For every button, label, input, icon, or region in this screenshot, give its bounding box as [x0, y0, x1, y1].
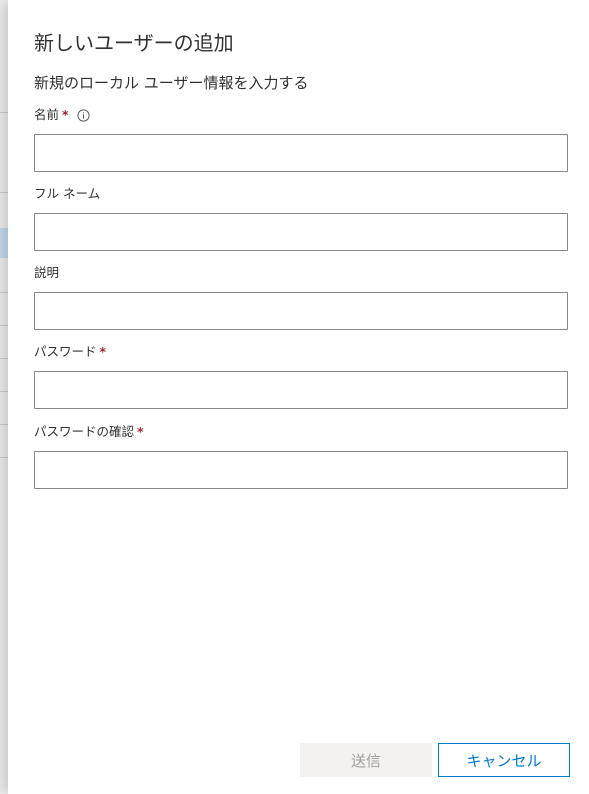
panel-subtitle: 新規のローカル ユーザー情報を入力する [34, 74, 309, 92]
password-label-text: パスワード [34, 344, 97, 359]
name-input[interactable] [34, 134, 568, 172]
background-divider [0, 457, 8, 458]
panel-title: 新しいユーザーの追加 [34, 31, 234, 55]
description-input[interactable] [34, 292, 568, 330]
background-divider [0, 391, 8, 392]
cancel-button[interactable]: キャンセル [438, 743, 570, 777]
description-label-text: 説明 [34, 265, 60, 280]
background-divider [0, 112, 8, 113]
password-confirm-required-mark: * [137, 424, 144, 439]
full-name-input[interactable] [34, 213, 568, 251]
name-label-text: 名前 [34, 107, 60, 122]
password-confirm-label-text: パスワードの確認 [34, 424, 135, 439]
description-field-label: 説明 [34, 264, 59, 282]
screen: 新しいユーザーの追加 新規のローカル ユーザー情報を入力する 名前 * フル ネ… [0, 0, 589, 794]
name-required-mark: * [62, 107, 69, 122]
background-divider [0, 292, 8, 293]
background-selected-row [0, 228, 8, 258]
background-divider [0, 325, 8, 326]
password-confirm-field-label: パスワードの確認 * [34, 423, 144, 441]
background-page-sliver [0, 0, 8, 794]
password-confirm-input[interactable] [34, 451, 568, 489]
full-name-field-label: フル ネーム [34, 185, 100, 203]
password-input[interactable] [34, 371, 568, 409]
password-required-mark: * [99, 344, 107, 359]
info-icon[interactable] [76, 108, 90, 122]
background-divider [0, 358, 8, 359]
password-field-label: パスワード * [34, 343, 106, 361]
background-divider [0, 192, 8, 193]
background-divider [0, 424, 8, 425]
submit-button[interactable]: 送信 [300, 743, 432, 777]
full-name-label-text: フル ネーム [34, 186, 101, 201]
name-field-label: 名前 * [34, 106, 90, 124]
